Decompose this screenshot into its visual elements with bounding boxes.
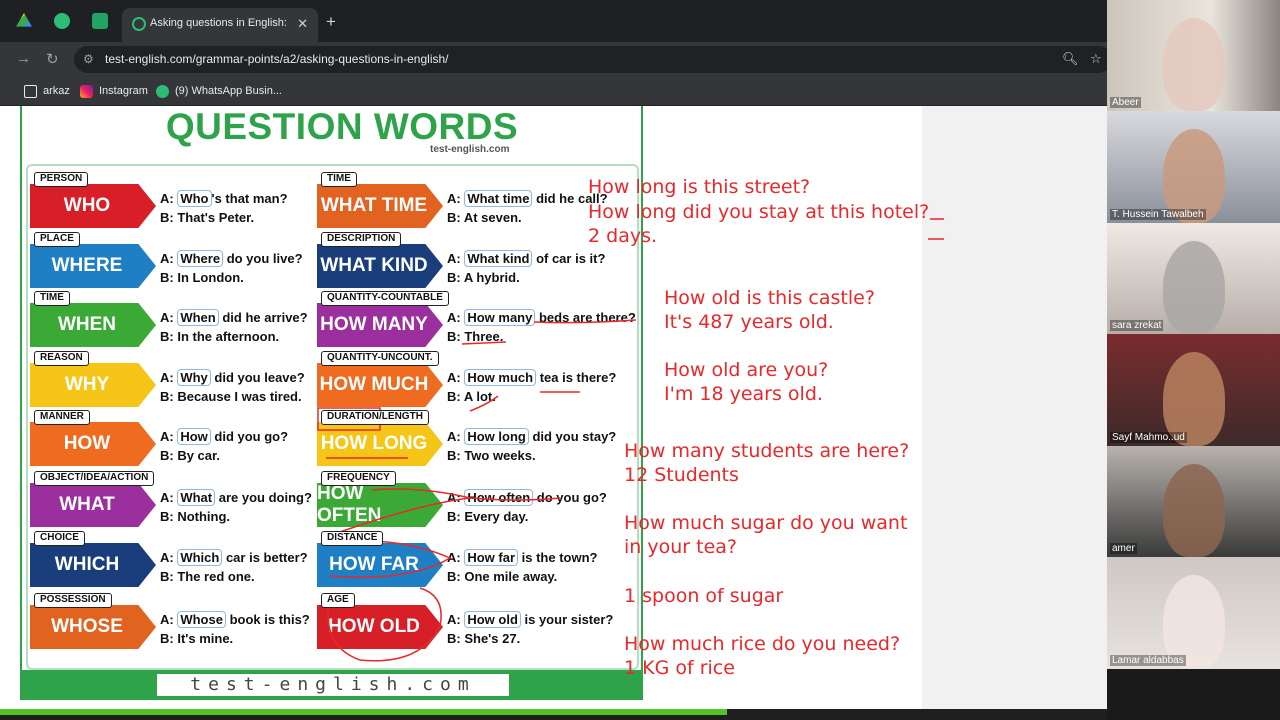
google-sheets-icon[interactable] bbox=[92, 13, 108, 29]
participant-name: T. Hussein Tawalbeh bbox=[1110, 209, 1206, 220]
ink-mark-alot bbox=[469, 395, 499, 412]
participant-video-tile[interactable]: amer bbox=[1107, 446, 1280, 557]
bookmark-star-icon[interactable]: ☆ bbox=[1090, 51, 1102, 67]
participant-figure bbox=[1163, 464, 1225, 557]
participant-video-tile[interactable]: Lamar aldabbas bbox=[1107, 557, 1280, 669]
check-circle-icon bbox=[132, 17, 146, 31]
participant-video-tile[interactable]: sara zrekat bbox=[1107, 223, 1280, 334]
category-label: AGE bbox=[321, 593, 355, 608]
category-label: DURATION/LENGTH bbox=[321, 410, 429, 425]
participant-name: Abeer bbox=[1110, 97, 1141, 108]
bookmark-whatsapp[interactable]: (9) WhatsApp Busin... bbox=[156, 83, 282, 99]
whatsapp-icon bbox=[156, 84, 169, 98]
video-participants-panel: Abeer T. Hussein Tawalbeh sara zrekat Sayf … bbox=[1107, 0, 1280, 720]
category-label: TIME bbox=[34, 291, 70, 306]
category-label: PERSON bbox=[34, 172, 89, 187]
tab-title: Asking questions in English: Qu bbox=[150, 17, 290, 29]
tab-active[interactable]: Asking questions in English: Qu ✕ bbox=[122, 8, 318, 42]
ink-underline-three bbox=[461, 341, 507, 345]
participant-name: Sayf Mahmo..ud bbox=[1110, 432, 1187, 443]
participant-video-tile[interactable]: Abeer bbox=[1107, 0, 1280, 111]
category-label: OBJECT/IDEA/ACTION bbox=[34, 471, 155, 486]
whatsapp-tab-icon[interactable] bbox=[54, 13, 70, 29]
url-text: test-english.com/grammar-points/a2/askin… bbox=[105, 52, 449, 66]
close-tab-icon[interactable]: ✕ bbox=[297, 16, 308, 32]
ink-underline-beds bbox=[533, 319, 637, 324]
google-drive-icon[interactable] bbox=[16, 13, 32, 27]
participant-video-tile[interactable]: Sayf Mahmo..ud bbox=[1107, 334, 1280, 446]
category-label: PLACE bbox=[34, 232, 80, 247]
instagram-icon bbox=[80, 84, 93, 98]
category-label: TIME bbox=[321, 172, 357, 187]
participant-name: amer bbox=[1110, 543, 1137, 554]
ink-cross-far bbox=[329, 540, 452, 578]
address-bar[interactable]: ⚙ test-english.com/grammar-points/a2/ask… bbox=[74, 46, 1112, 73]
browser-tab-bar: Asking questions in English: Qu ✕ + bbox=[0, 0, 1107, 42]
category-label: REASON bbox=[34, 351, 89, 366]
category-label: DISTANCE bbox=[321, 531, 384, 546]
category-label: CHOICE bbox=[34, 531, 85, 546]
zoom-icon[interactable]: 🔍︎ bbox=[1062, 51, 1079, 67]
forward-icon[interactable]: → bbox=[16, 50, 31, 67]
category-label: FREQUENCY bbox=[321, 471, 396, 486]
participant-figure bbox=[1163, 18, 1225, 111]
browser-toolbar: → ↻ ⚙ test-english.com/grammar-points/a2… bbox=[0, 42, 1112, 76]
participant-video-tile[interactable]: T. Hussein Tawalbeh bbox=[1107, 111, 1280, 223]
new-tab-button[interactable]: + bbox=[326, 12, 336, 32]
web-page: QUESTION WORDS test-english.com PERSON WH… bbox=[0, 106, 1107, 720]
page-progress-bar bbox=[0, 709, 727, 715]
category-label: QUANTITY-UNCOUNT. bbox=[321, 351, 439, 366]
participant-name: sara zrekat bbox=[1110, 320, 1164, 331]
category-label: MANNER bbox=[34, 410, 90, 425]
folder-icon bbox=[24, 84, 37, 98]
participant-figure bbox=[1163, 241, 1225, 334]
screen: Asking questions in English: Qu ✕ + → ↻ … bbox=[0, 0, 1280, 720]
bookmark-instagram[interactable]: Instagram bbox=[80, 83, 148, 99]
category-label: DESCRIPTION bbox=[321, 232, 402, 247]
category-label: POSSESSION bbox=[34, 593, 112, 608]
category-label: QUANTITY-COUNTABLE bbox=[321, 291, 449, 306]
bookmark-arkaz[interactable]: arkaz bbox=[24, 83, 70, 99]
ink-cross-often bbox=[339, 497, 471, 533]
reload-icon[interactable]: ↻ bbox=[46, 50, 59, 68]
bookmarks-bar: arkaz Instagram (9) WhatsApp Busin... bbox=[0, 76, 1107, 106]
bottom-bar bbox=[0, 709, 1107, 720]
participant-name: Lamar aldabbas bbox=[1110, 655, 1186, 666]
ink-annotations bbox=[317, 218, 944, 662]
site-info-icon[interactable]: ⚙ bbox=[83, 52, 94, 66]
